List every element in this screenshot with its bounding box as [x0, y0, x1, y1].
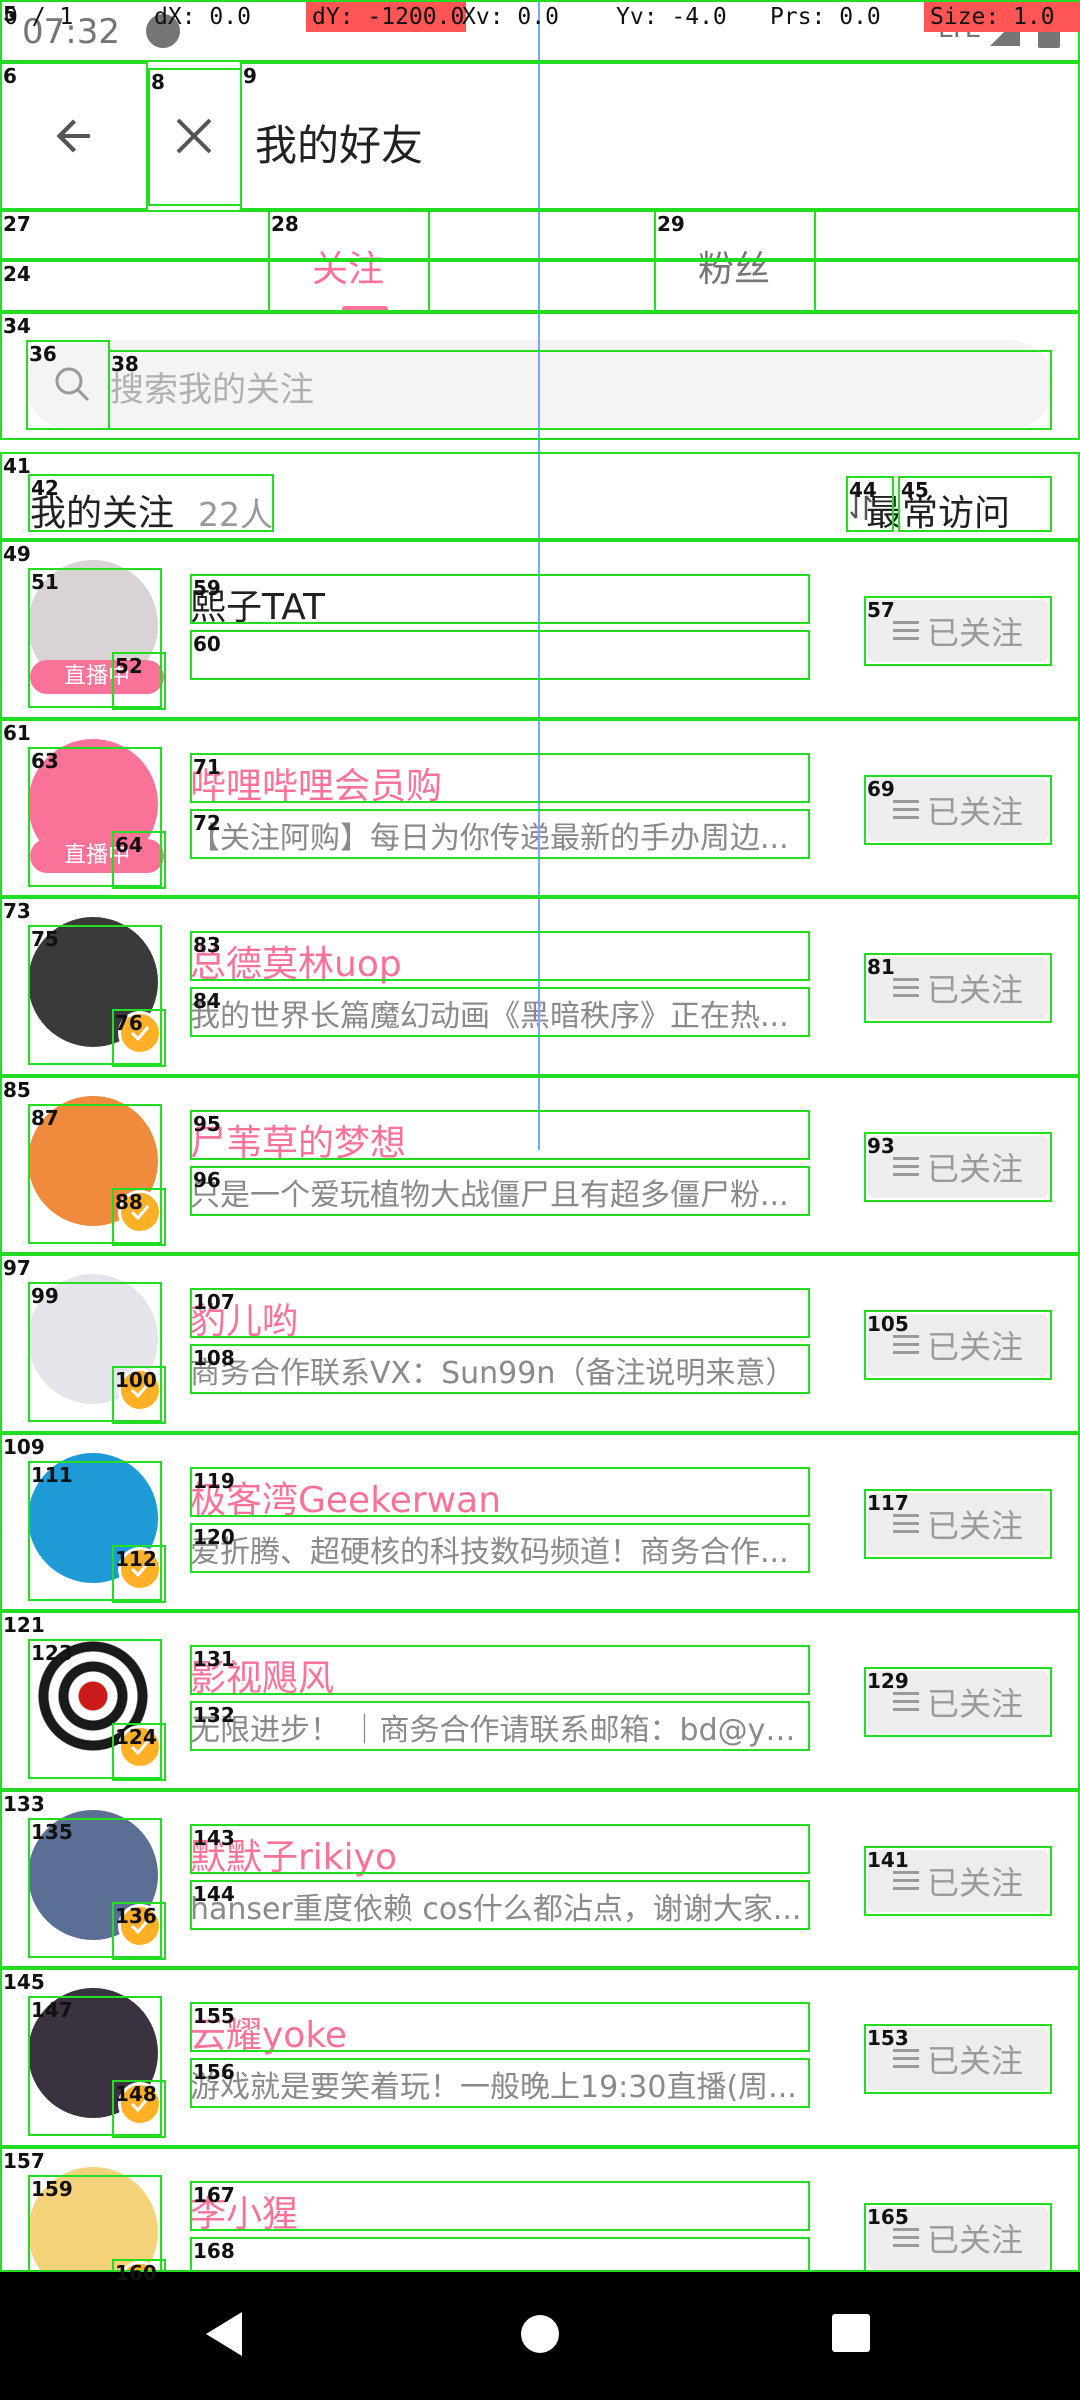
- followed-label: 已关注: [926, 2042, 1023, 2080]
- user-name: 极客湾Geekerwan: [190, 1479, 502, 1521]
- following-count: 22人: [198, 495, 273, 534]
- toolbar: [0, 62, 1080, 210]
- nav-home-icon[interactable]: [518, 2312, 562, 2356]
- followed-button[interactable]: 已关注: [868, 957, 1048, 1019]
- verified-badge-icon: [118, 1546, 162, 1591]
- user-name: 影视飓风: [190, 1658, 335, 1699]
- debug-size: Size: 1.0: [924, 2, 1080, 32]
- user-description: 【关注阿购】每日为你传递最新的手办周边...: [190, 820, 789, 856]
- close-icon: [176, 118, 212, 154]
- followed-button[interactable]: 已关注: [868, 2028, 1048, 2090]
- followed-label: 已关注: [926, 2220, 1023, 2259]
- section-title: 我的关注: [30, 493, 175, 534]
- search-input[interactable]: 搜索我的关注: [110, 362, 314, 411]
- followed-label: 已关注: [926, 971, 1023, 1009]
- verified-badge-icon: [118, 1368, 162, 1412]
- list-item[interactable]: 极客湾Geekerwan 爱折腾、超硬核的科技数码频道！商务合作... 已关注: [0, 1433, 1080, 1611]
- followed-label: 已关注: [926, 1328, 1023, 1366]
- user-description: 我的世界长篇魔幻动画《黑暗秩序》正在热...: [190, 999, 789, 1034]
- list-item[interactable]: 云耀yoke 游戏就是要笑着玩！一般晚上19:30直播(周... 已关注: [0, 1968, 1080, 2146]
- followed-button[interactable]: 已关注: [868, 2206, 1048, 2269]
- followed-button[interactable]: 已关注: [868, 1492, 1048, 1555]
- user-description: 无限进步！ ｜商务合作请联系邮箱：bd@ys...: [190, 1713, 808, 1748]
- user-name: 熙子TAT: [190, 587, 326, 628]
- user-name: 尸苇草的梦想: [190, 1122, 407, 1164]
- debug-dx: dX: 0.0: [154, 4, 251, 30]
- list-item[interactable]: 直播中 哔哩哔哩会员购【关注阿购】每日为你传递最新的手办周边... 已关注: [0, 719, 1080, 897]
- page-title: 我的好友: [255, 121, 424, 170]
- followed-button[interactable]: 已关注: [868, 1849, 1048, 1912]
- debug-yv: Yv: -4.0: [616, 4, 727, 30]
- user-description: hanser重度依赖 cos什么都沾点，谢谢大家...: [190, 1891, 802, 1927]
- user-description: 只是一个爱玩植物大战僵尸且有超多僵尸粉...: [190, 1177, 789, 1213]
- tab-indicator: [342, 306, 388, 312]
- menu-icon: [892, 1513, 919, 1534]
- debug-pointers: 0 / 1: [4, 4, 74, 30]
- menu-icon: [892, 2227, 919, 2248]
- nav-recents-icon[interactable]: [830, 2312, 872, 2354]
- menu-icon: [892, 1156, 919, 1177]
- verified-badge-icon: [118, 2082, 162, 2126]
- followed-button[interactable]: 已关注: [868, 600, 1048, 662]
- user-name: 豹儿哟: [190, 1301, 299, 1342]
- verified-badge-icon: [118, 1725, 162, 1769]
- followed-label: 已关注: [926, 1506, 1023, 1545]
- verified-badge-icon: [118, 1903, 162, 1948]
- tab-fans[interactable]: 粉丝: [654, 240, 814, 290]
- user-name: 李小猩: [190, 2193, 299, 2235]
- bounds-box: 27: [0, 210, 1080, 260]
- list-item[interactable]: 豹儿哟商务合作联系VX：Sun99n（备注说明来意） 已关注: [0, 1254, 1080, 1432]
- user-description: 游戏就是要笑着玩！一般晚上19:30直播(周...: [190, 2070, 797, 2105]
- debug-xv: Xv: 0.0: [462, 4, 559, 30]
- user-name: 云耀yoke: [190, 2015, 348, 2056]
- menu-icon: [892, 1335, 919, 1355]
- menu-icon: [892, 2049, 919, 2069]
- user-name: 哔哩哔哩会员购: [190, 765, 443, 807]
- followed-label: 已关注: [926, 1863, 1023, 1902]
- user-name: 总德莫林uop: [190, 944, 402, 985]
- followed-label: 已关注: [926, 792, 1023, 831]
- user-description: 商务合作联系VX：Sun99n（备注说明来意）: [190, 1356, 796, 1391]
- user-description: 爱折腾、超硬核的科技数码频道！商务合作...: [190, 1534, 789, 1570]
- list-item[interactable]: 影视飓风无限进步！ ｜商务合作请联系邮箱：bd@ys... 已关注: [0, 1611, 1080, 1789]
- menu-icon: [892, 799, 919, 820]
- followed-button[interactable]: 已关注: [868, 1135, 1048, 1198]
- menu-icon: [892, 978, 919, 998]
- verified-badge-icon: [118, 1189, 162, 1234]
- followed-button[interactable]: 已关注: [868, 778, 1048, 841]
- tab-following[interactable]: 关注: [268, 240, 428, 290]
- followed-label: 已关注: [926, 614, 1023, 652]
- nav-back-icon[interactable]: [202, 2310, 246, 2358]
- menu-icon: [892, 621, 919, 641]
- pointer-debug-bar: 0 / 1 dX: 0.0 dY: -1200.0 Xv: 0.0 Yv: -4…: [0, 0, 1080, 34]
- followed-label: 已关注: [926, 1685, 1023, 1723]
- live-badge: 直播中: [30, 660, 164, 694]
- search-icon: [55, 367, 90, 402]
- user-name: 默默子rikiyo: [190, 1836, 397, 1878]
- close-button[interactable]: [148, 62, 240, 210]
- list-item[interactable]: 总德莫林uop 我的世界长篇魔幻动画《黑暗秩序》正在热... 已关注: [0, 897, 1080, 1075]
- debug-prs: Prs: 0.0: [770, 4, 881, 30]
- live-badge: 直播中: [30, 838, 164, 873]
- list-item[interactable]: 尸苇草的梦想只是一个爱玩植物大战僵尸且有超多僵尸粉... 已关注: [0, 1076, 1080, 1254]
- verified-badge-icon: [118, 1011, 162, 1055]
- list-item[interactable]: 直播中 熙子TAT 已关注: [0, 540, 1080, 718]
- menu-icon: [892, 1692, 919, 1712]
- back-button[interactable]: [0, 62, 148, 210]
- menu-icon: [892, 1870, 919, 1891]
- sort-by-frequency[interactable]: 最常访问: [866, 484, 1010, 536]
- center-guide-line: [538, 0, 540, 1150]
- navigation-bar: [0, 2272, 1080, 2400]
- followed-label: 已关注: [926, 1149, 1023, 1188]
- arrow-back-icon: [56, 119, 90, 153]
- list-item[interactable]: 默默子rikiyo hanser重度依赖 cos什么都沾点，谢谢大家... 已关注: [0, 1790, 1080, 1968]
- followed-button[interactable]: 已关注: [868, 1671, 1048, 1733]
- followed-button[interactable]: 已关注: [868, 1314, 1048, 1376]
- bounds-box: 24: [0, 260, 1080, 312]
- debug-dy: dY: -1200.0: [306, 2, 466, 32]
